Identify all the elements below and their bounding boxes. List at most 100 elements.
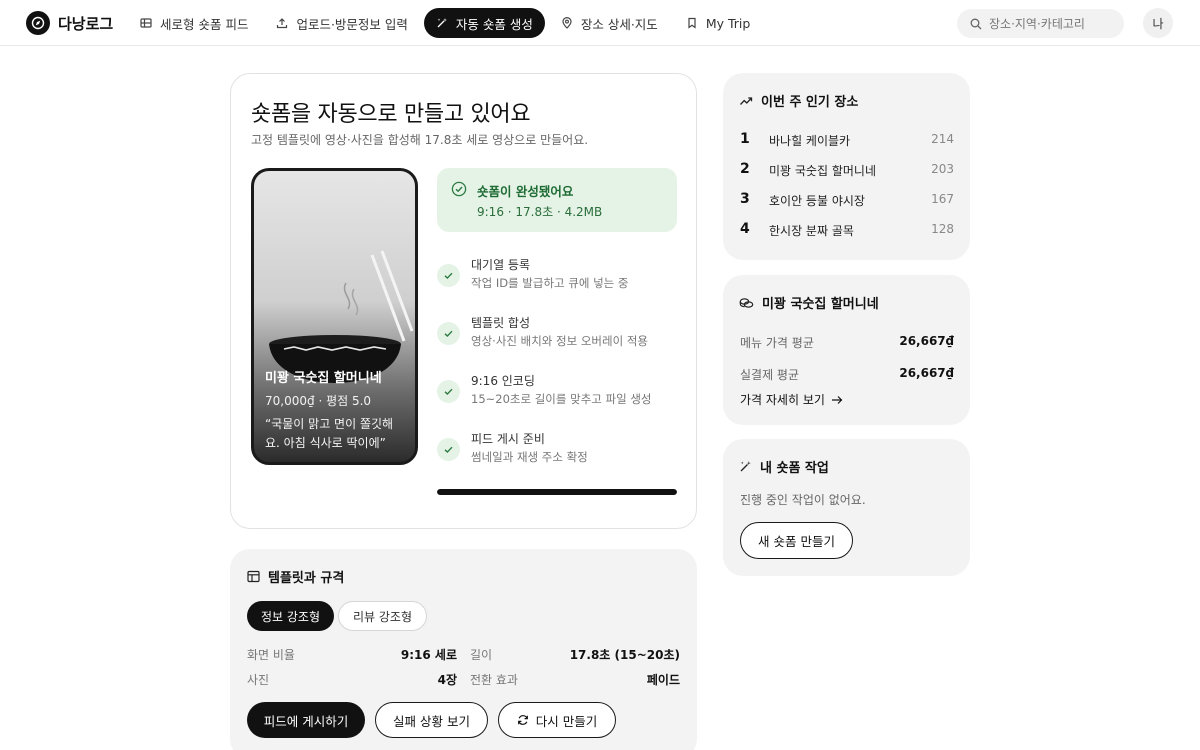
check-icon — [437, 380, 460, 403]
step-title: 9:16 인코딩 — [471, 374, 535, 388]
popular-places-card: 이번 주 인기 장소 1 바나힐 케이블카 214 2 미꽝 국숫집 할머니네 … — [723, 73, 970, 260]
nav-item-label: 세로형 숏폼 피드 — [160, 16, 249, 32]
shortform-generation-card: 숏폼을 자동으로 만들고 있어요 고정 템플릿에 영상·사진을 합성해 17.8… — [230, 73, 697, 529]
nav-item-place-detail[interactable]: 장소 상세·지도 — [549, 8, 670, 38]
preview-review-quote: “국물이 맑고 면이 쫄깃해요. 아침 식사로 딱이에” — [265, 417, 394, 450]
new-shortform-button[interactable]: 새 숏폼 만들기 — [740, 522, 853, 559]
preview-place-name: 미꽝 국숫집 할머니네 — [265, 371, 382, 386]
template-spec-card: 템플릿과 규격 정보 강조형 리뷰 강조형 화면 비율 9:16 세로 길이 1… — [230, 549, 697, 750]
paid-price-label: 실결제 평균 — [740, 368, 800, 382]
grid-icon — [140, 18, 152, 28]
nav-item-upload[interactable]: 업로드·방문정보 입력 — [264, 8, 419, 38]
app-title: 다낭로그 — [58, 14, 114, 33]
bookmark-icon — [688, 17, 696, 29]
app-logo[interactable]: 다낭로그 — [26, 11, 113, 35]
rank-place-name: 바나힐 케이블카 — [769, 134, 851, 148]
layout-icon — [247, 570, 260, 583]
popular-title: 이번 주 인기 장소 — [761, 95, 859, 110]
spec-photos-label: 사진 — [247, 673, 270, 687]
status-complete-banner: 숏폼이 완성됐어요 9:16 · 17.8초 · 4.2MB — [437, 168, 677, 232]
status-title: 숏폼이 완성됐어요 — [477, 184, 574, 199]
arrow-right-icon — [831, 395, 843, 404]
remake-button[interactable]: 다시 만들기 — [498, 702, 616, 738]
main-nav: 세로형 숏폼 피드 업로드·방문정보 입력 자동 숏폼 생성 장소 상세·지도 … — [128, 8, 762, 38]
magic-wand-icon — [740, 461, 751, 472]
magic-wand-icon — [437, 18, 447, 28]
view-failure-button[interactable]: 실패 상황 보기 — [375, 702, 488, 738]
spec-photos-value: 4장 — [437, 673, 457, 687]
rank-number: 1 — [740, 131, 750, 147]
upload-icon — [277, 18, 288, 29]
search-box[interactable] — [957, 9, 1124, 38]
top-nav-bar: 다낭로그 세로형 숏폼 피드 업로드·방문정보 입력 자동 숏폼 생성 장소 상… — [0, 0, 1200, 46]
step-item: 9:16 인코딩 15~20초로 길이를 맞추고 파일 생성 — [437, 370, 677, 428]
status-meta: 9:16 · 17.8초 · 4.2MB — [477, 205, 603, 219]
step-desc: 15~20초로 길이를 맞추고 파일 생성 — [471, 392, 652, 406]
paid-price-value: 26,667₫ — [899, 366, 954, 380]
nav-item-label: My Trip — [705, 15, 751, 31]
step-title: 템플릿 합성 — [471, 316, 531, 330]
spec-length-value: 17.8초 (15~20초) — [569, 648, 680, 662]
chip-info-emphasis[interactable]: 정보 강조형 — [247, 601, 335, 631]
price-place-title: 미꽝 국숫집 할머니네 — [762, 297, 879, 312]
step-item: 피드 게시 준비 썸네일과 재생 주소 확정 — [437, 428, 677, 486]
jobs-empty-text: 진행 중인 작업이 없어요. — [740, 493, 866, 507]
rank-place-name: 호이안 등불 야시장 — [769, 194, 865, 208]
check-icon — [437, 438, 460, 461]
page-title: 숏폼을 자동으로 만들고 있어요 — [251, 102, 531, 127]
check-icon — [437, 322, 460, 345]
refresh-icon — [517, 715, 528, 725]
list-item[interactable]: 2 미꽝 국숫집 할머니네 203 — [740, 161, 954, 181]
check-circle-icon — [451, 181, 467, 197]
rank-number: 2 — [740, 161, 750, 177]
price-header: 미꽝 국숫집 할머니네 — [739, 293, 879, 312]
remake-button-label: 다시 만들기 — [535, 713, 598, 729]
video-preview[interactable]: 미꽝 국숫집 할머니네 70,000₫ · 평점 5.0 “국물이 맑고 면이 … — [251, 168, 418, 465]
progress-bar-fill — [437, 489, 677, 495]
list-item[interactable]: 4 한시장 분짜 골목 128 — [740, 221, 954, 241]
chip-review-emphasis[interactable]: 리뷰 강조형 — [338, 601, 428, 631]
post-to-feed-button[interactable]: 피드에 게시하기 — [247, 702, 365, 738]
spec-ratio-label: 화면 비율 — [247, 648, 295, 662]
spec-transition-label: 전환 효과 — [470, 673, 518, 687]
nav-item-my-trip[interactable]: My Trip — [674, 8, 763, 38]
rank-number: 4 — [740, 221, 750, 237]
map-pin-icon — [562, 17, 572, 29]
search-icon — [970, 18, 982, 29]
step-desc: 썸네일과 재생 주소 확정 — [471, 450, 588, 464]
list-item[interactable]: 3 호이안 등불 야시장 167 — [740, 191, 954, 211]
preview-price-rating: 70,000₫ · 평점 5.0 — [265, 394, 372, 408]
rank-count: 128 — [931, 222, 954, 236]
search-input[interactable] — [989, 16, 1109, 31]
avatar[interactable]: 나 — [1143, 8, 1173, 38]
price-detail-link-label: 가격 자세히 보기 — [740, 393, 825, 407]
rank-count: 203 — [931, 162, 954, 176]
step-desc: 작업 ID를 발급하고 큐에 넣는 중 — [471, 276, 629, 290]
step-list: 대기열 등록 작업 ID를 발급하고 큐에 넣는 중 템플릿 합성 영상·사진 … — [437, 254, 677, 486]
rank-place-name: 한시장 분짜 골목 — [769, 224, 854, 238]
spec-length-label: 길이 — [470, 648, 493, 662]
nav-item-label: 업로드·방문정보 입력 — [296, 16, 408, 32]
jobs-title: 내 숏폼 작업 — [760, 461, 829, 476]
nav-item-auto-shortform[interactable]: 자동 숏폼 생성 — [423, 8, 545, 38]
my-jobs-card: 내 숏폼 작업 진행 중인 작업이 없어요. 새 숏폼 만들기 — [723, 439, 970, 576]
compass-icon — [26, 11, 50, 35]
coins-icon — [739, 297, 754, 308]
progress-bar — [437, 489, 677, 495]
step-item: 대기열 등록 작업 ID를 발급하고 큐에 넣는 중 — [437, 254, 677, 312]
price-summary-card: 미꽝 국숫집 할머니네 메뉴 가격 평균 26,667₫ 실결제 평균 26,6… — [723, 275, 970, 425]
step-desc: 영상·사진 배치와 정보 오버레이 적용 — [471, 334, 648, 348]
rank-count: 167 — [931, 192, 954, 206]
spec-ratio-value: 9:16 세로 — [400, 648, 457, 662]
popular-header: 이번 주 인기 장소 — [739, 91, 858, 110]
trending-up-icon — [740, 96, 753, 105]
page-subtitle: 고정 템플릿에 영상·사진을 합성해 17.8초 세로 영상으로 만들어요. — [251, 133, 589, 147]
menu-price-label: 메뉴 가격 평균 — [740, 336, 814, 350]
list-item[interactable]: 1 바나힐 케이블카 214 — [740, 131, 954, 151]
nav-item-label: 자동 숏폼 생성 — [455, 16, 533, 32]
rank-place-name: 미꽝 국숫집 할머니네 — [769, 164, 876, 178]
nav-item-label: 장소 상세·지도 — [580, 16, 658, 32]
price-detail-link[interactable]: 가격 자세히 보기 — [740, 391, 843, 408]
nav-item-feed[interactable]: 세로형 숏폼 피드 — [128, 8, 260, 38]
preview-overlay: 미꽝 국숫집 할머니네 70,000₫ · 평점 5.0 “국물이 맑고 면이 … — [265, 367, 407, 452]
